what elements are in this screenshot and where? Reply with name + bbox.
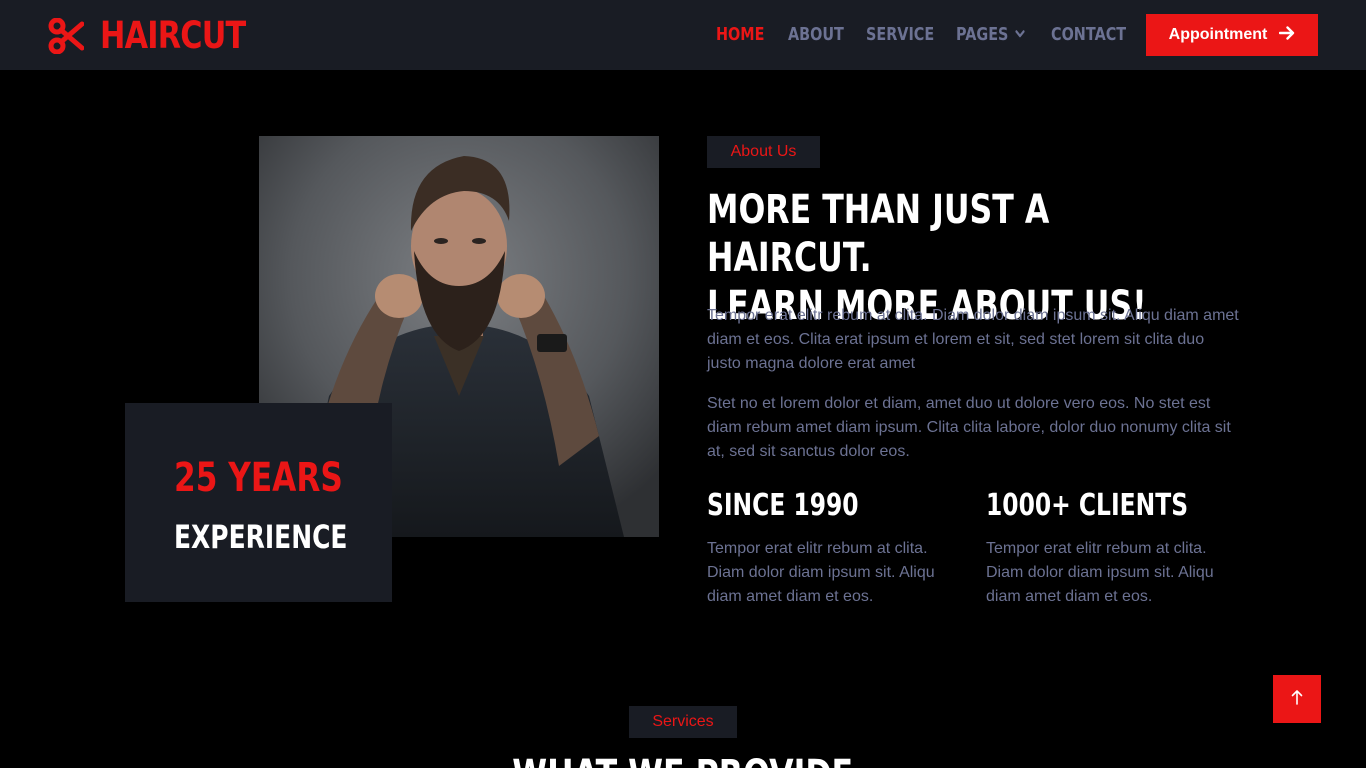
stat-since-text: Tempor erat elitr rebum at clita. Diam d… — [707, 540, 935, 605]
experience-label: Experience — [174, 518, 348, 556]
services-title-text: What We Provide — [513, 752, 854, 768]
nav-pages-dropdown[interactable]: PAGES — [956, 0, 1025, 70]
nav-home[interactable]: HOME — [716, 0, 764, 70]
about-tag: About Us — [707, 136, 820, 168]
about-title-line-1: More Than Just A Haircut. — [707, 187, 1050, 281]
experience-years: 25 Years — [174, 455, 343, 501]
arrow-up-icon — [1291, 689, 1303, 710]
arrow-right-icon — [1279, 25, 1295, 45]
services-title: What We Provide — [0, 752, 1366, 768]
appointment-label: Appointment — [1168, 26, 1268, 43]
about-paragraph-1: Tempor erat elitr rebum at clita. Diam d… — [707, 307, 1239, 372]
brand-logo[interactable]: HAIRCUT — [48, 16, 277, 56]
experience-card: 25 Years Experience — [125, 403, 392, 602]
services-tag: Services — [629, 706, 737, 738]
nav-contact[interactable]: CONTACT — [1051, 0, 1126, 70]
scissors-icon — [48, 17, 85, 55]
chevron-down-icon — [1015, 0, 1025, 68]
appointment-button[interactable]: Appointment — [1146, 14, 1318, 56]
nav-about[interactable]: ABOUT — [788, 0, 844, 70]
nav-pages-label: PAGES — [956, 24, 1009, 45]
brand-name: HAIRCUT — [100, 14, 246, 57]
stat-clients-text: Tempor erat elitr rebum at clita. Diam d… — [986, 540, 1214, 605]
stat-since-title: Since 1990 — [707, 488, 859, 523]
nav-service[interactable]: SERVICE — [866, 0, 934, 70]
back-to-top-button[interactable] — [1273, 675, 1321, 723]
stat-clients-title: 1000+ Clients — [986, 488, 1189, 523]
about-paragraph-2: Stet no et lorem dolor et diam, amet duo… — [707, 395, 1231, 460]
navbar: HAIRCUT HOME ABOUT SERVICE PAGES CONTACT… — [0, 0, 1366, 70]
